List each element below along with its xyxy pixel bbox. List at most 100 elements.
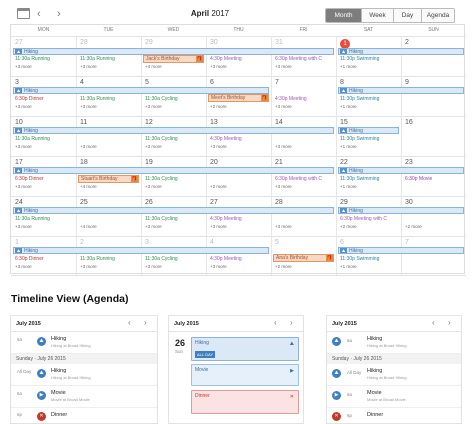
day-number[interactable]: 1 (15, 239, 19, 246)
cycling-event[interactable]: 11:30a Cycling (145, 96, 178, 102)
agenda-row[interactable]: 6a ▶ Movie Movie at Broad Movie (11, 386, 157, 408)
view-week-button[interactable]: Week (361, 9, 393, 22)
meeting-event[interactable]: 6:30p Meeting with C (275, 56, 322, 62)
hiking-event-bar[interactable]: ⛰ Hiking (13, 87, 269, 94)
day-number[interactable]: 24 (15, 199, 23, 206)
next-arrow-icon[interactable]: › (448, 318, 451, 327)
more-events-link[interactable]: +2 more (405, 224, 422, 229)
view-month-button[interactable]: Month (326, 9, 361, 22)
day-number[interactable]: 18 (80, 159, 88, 166)
meeting-event[interactable]: 4:30p Meeting (210, 256, 242, 262)
day-number[interactable]: 15 (340, 119, 348, 126)
day-number[interactable]: 5 (275, 239, 279, 246)
day-number[interactable]: 8 (340, 79, 344, 86)
more-events-link[interactable]: +3 more (275, 64, 292, 69)
running-event[interactable]: 11:30a Running (80, 56, 115, 62)
day-number[interactable]: 25 (80, 199, 88, 206)
day-number[interactable]: 16 (405, 119, 413, 126)
more-events-link[interactable]: +3 more (80, 64, 97, 69)
movie-event[interactable]: 6:30p Movie (405, 176, 432, 182)
cycling-event[interactable]: 11:30a Cycling (145, 136, 178, 142)
next-month-button[interactable]: › (57, 7, 61, 21)
more-events-link[interactable]: +3 more (210, 224, 227, 229)
day-number[interactable]: 28 (80, 39, 88, 46)
event-card-hiking[interactable]: Hiking ALL DAY ⛰ (191, 337, 299, 361)
more-events-link[interactable]: +3 more (15, 264, 32, 269)
day-number[interactable]: 7 (405, 239, 409, 246)
next-arrow-icon[interactable]: › (290, 318, 293, 327)
day-number[interactable]: 21 (275, 159, 283, 166)
dinner-event[interactable]: 6:30p Dinner (15, 96, 44, 102)
more-events-link[interactable]: +3 more (210, 144, 227, 149)
more-events-link[interactable]: +3 more (15, 144, 32, 149)
day-number[interactable]: 12 (145, 119, 153, 126)
hiking-event-bar[interactable]: ⛰ Hiking (338, 87, 464, 94)
swimming-event[interactable]: 11:30p Swimming (340, 56, 379, 62)
hiking-event-bar[interactable]: ⛰ Hiking (13, 207, 334, 214)
agenda-row[interactable]: ✕ 6p Dinner (327, 408, 461, 423)
day-number[interactable]: 2 (80, 239, 84, 246)
running-event[interactable]: 11:30a Running (15, 216, 50, 222)
agenda-row[interactable]: 6p ✕ Dinner (11, 408, 157, 423)
hiking-event-bar[interactable]: ⛰ Hiking (338, 127, 399, 134)
more-events-link[interactable]: +3 more (15, 224, 32, 229)
day-number[interactable]: 27 (15, 39, 23, 46)
more-events-link[interactable]: +2 more (210, 104, 227, 109)
meeting-event[interactable]: 4:30p Meeting (210, 216, 242, 222)
agenda-row[interactable]: ⛰ All Day Hiking Hiking at Broad Hiking (327, 364, 461, 386)
prev-month-button[interactable]: ‹ (37, 7, 41, 21)
day-number[interactable]: 10 (15, 119, 23, 126)
more-events-link[interactable]: +3 more (145, 224, 162, 229)
more-events-link[interactable]: +3 more (15, 104, 32, 109)
more-events-link[interactable]: +4 more (80, 184, 97, 189)
day-number[interactable]: 28 (275, 199, 283, 206)
more-events-link[interactable]: +3 more (275, 104, 292, 109)
more-events-link[interactable]: +2 more (275, 264, 292, 269)
day-number[interactable]: 30 (405, 199, 413, 206)
day-number[interactable]: 23 (405, 159, 413, 166)
hiking-event-bar[interactable]: ⛰ Hiking (13, 48, 334, 55)
more-events-link[interactable]: +3 more (80, 104, 97, 109)
day-number[interactable]: 11 (80, 119, 87, 126)
hiking-event-bar[interactable]: ⛰ Hiking (338, 167, 464, 174)
view-agenda-button[interactable]: Agenda (421, 9, 454, 22)
day-number[interactable]: 14 (275, 119, 283, 126)
more-events-link[interactable]: +2 more (210, 184, 227, 189)
prev-arrow-icon[interactable]: ‹ (432, 318, 435, 327)
birthday-event[interactable]: Stuart's Birthday 🎁 (78, 175, 139, 183)
prev-arrow-icon[interactable]: ‹ (128, 318, 131, 327)
day-number[interactable]: 26 (145, 199, 153, 206)
day-number[interactable]: 13 (210, 119, 218, 126)
meeting-event[interactable]: 4:30p Meeting (275, 96, 307, 102)
dinner-event[interactable]: 6:30p Dinner (15, 176, 44, 182)
more-events-link[interactable]: +3 more (275, 144, 292, 149)
cycling-event[interactable]: 11:30a Cycling (145, 216, 178, 222)
next-arrow-icon[interactable]: › (144, 318, 147, 327)
running-event[interactable]: 11:30a Running (15, 136, 50, 142)
agenda-row[interactable]: ▶ 6a Movie Movie at Broad Movie (327, 386, 461, 408)
hiking-event-bar[interactable]: ⛰ Hiking (13, 127, 334, 134)
day-number[interactable]: 5 (145, 79, 149, 86)
meeting-event[interactable]: 4:30p Meeting (210, 136, 242, 142)
more-events-link[interactable]: +3 more (80, 264, 97, 269)
day-number[interactable]: 4 (210, 239, 214, 246)
meeting-event[interactable]: 6:30p Meeting with C (275, 176, 322, 182)
hiking-event-bar[interactable]: ⛰ Hiking (13, 167, 334, 174)
day-number[interactable]: 29 (340, 199, 348, 206)
prev-arrow-icon[interactable]: ‹ (274, 318, 277, 327)
calendar-icon[interactable] (17, 8, 30, 19)
swimming-event[interactable]: 11:30p Swimming (340, 176, 379, 182)
more-events-link[interactable]: +3 more (210, 64, 227, 69)
day-number[interactable]: 6 (340, 239, 344, 246)
more-events-link[interactable]: +3 more (145, 264, 162, 269)
day-number[interactable]: 9 (405, 79, 409, 86)
swimming-event[interactable]: 11:30p Swimming (340, 136, 379, 142)
more-events-link[interactable]: +3 more (80, 144, 97, 149)
more-events-link[interactable]: +3 more (210, 264, 227, 269)
day-number[interactable]: 6 (210, 79, 214, 86)
cycling-event[interactable]: 11:30a Cycling (145, 256, 178, 262)
more-events-link[interactable]: +3 more (145, 184, 162, 189)
day-number[interactable]: 30 (210, 39, 218, 46)
meeting-event[interactable]: 6:30p Meeting with C (340, 216, 387, 222)
birthday-event[interactable]: Meet's Birthday 🎁 (208, 94, 269, 102)
